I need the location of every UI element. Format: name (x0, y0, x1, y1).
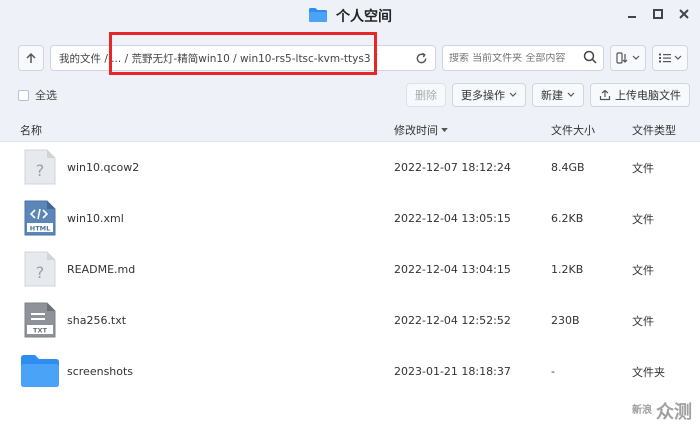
maximize-button[interactable] (650, 6, 666, 22)
file-size: 6.2KB (551, 212, 584, 225)
upload-label: 上传电脑文件 (615, 89, 681, 102)
chevron-down-icon (632, 55, 640, 60)
search-icon[interactable] (583, 50, 597, 67)
watermark-large: 众测 (656, 402, 692, 423)
new-button[interactable]: 新建 (532, 83, 584, 107)
delete-button[interactable]: 删除 (406, 83, 446, 107)
more-actions-button[interactable]: 更多操作 (452, 83, 526, 107)
svg-text:HTML: HTML (30, 225, 50, 233)
chevron-down-icon (674, 55, 682, 60)
file-name[interactable]: README.md (67, 263, 135, 276)
path-bar[interactable]: 我的文件 / ... / 荒野无灯-精简win10 / win10-rs5-lt… (50, 45, 436, 71)
checkbox-icon[interactable] (18, 89, 29, 101)
watermark: 新浪 众测 (632, 398, 692, 424)
table-row[interactable]: ? win10.qcow2 2022-12-07 18:12:24 8.4GB … (0, 142, 700, 193)
file-date: 2022-12-07 18:12:24 (394, 161, 511, 174)
column-header-name[interactable]: 名称 (20, 118, 42, 142)
path-toolbar: 我的文件 / ... / 荒野无灯-精简win10 / win10-rs5-lt… (18, 44, 690, 72)
sort-button[interactable] (610, 45, 646, 71)
view-mode-button[interactable] (652, 45, 688, 71)
title-bar: 个人空间 (0, 0, 700, 32)
minimize-icon (628, 16, 636, 18)
file-size: 8.4GB (551, 161, 585, 174)
file-type: 文件 (632, 161, 654, 175)
list-view-icon (659, 53, 671, 63)
folder-icon (20, 354, 60, 391)
unknown-file-icon: ? (23, 148, 57, 189)
file-name[interactable]: sha256.txt (67, 314, 126, 327)
unknown-file-icon: ? (23, 250, 57, 291)
file-manager-window: 个人空间 我的文件 / ... / 荒野无灯-精简win10 / win10-r… (0, 0, 700, 430)
file-size: 1.2KB (551, 263, 584, 276)
file-type: 文件 (632, 212, 654, 226)
file-date: 2022-12-04 12:52:52 (394, 314, 511, 327)
file-name[interactable]: win10.xml (67, 212, 124, 225)
column-header-modified[interactable]: 修改时间 (394, 118, 448, 142)
folder-icon (308, 7, 328, 26)
file-size: 230B (551, 314, 580, 327)
chevron-down-icon (567, 92, 575, 97)
new-label: 新建 (541, 89, 563, 102)
refresh-icon[interactable] (413, 52, 429, 65)
watermark-small: 新浪 (632, 405, 652, 416)
sort-icon (616, 52, 628, 64)
html-file-icon: HTML (23, 199, 57, 240)
file-date: 2023-01-21 18:18:37 (394, 365, 511, 378)
file-date: 2022-12-04 13:05:15 (394, 212, 511, 225)
txt-file-icon: TXT (23, 301, 57, 342)
table-row[interactable]: HTML win10.xml 2022-12-04 13:05:15 6.2KB… (0, 193, 700, 244)
window-title: 个人空间 (336, 9, 392, 25)
table-row[interactable]: ? README.md 2022-12-04 13:04:15 1.2KB 文件 (0, 244, 700, 295)
more-actions-label: 更多操作 (461, 89, 505, 102)
close-button[interactable] (676, 6, 692, 22)
file-size: - (551, 365, 555, 378)
table-row[interactable]: TXT sha256.txt 2022-12-04 12:52:52 230B … (0, 295, 700, 346)
table-header (0, 118, 700, 142)
table-row[interactable]: screenshots 2023-01-21 18:18:37 - 文件夹 (0, 346, 700, 397)
select-all-label: 全选 (35, 89, 57, 102)
go-up-button[interactable] (18, 45, 44, 71)
column-header-size[interactable]: 文件大小 (551, 118, 595, 142)
maximize-icon (653, 9, 663, 19)
minimize-button[interactable] (624, 6, 640, 22)
column-modified-label: 修改时间 (394, 124, 438, 137)
column-header-type[interactable]: 文件类型 (632, 118, 676, 142)
column-type-label: 文件类型 (632, 124, 676, 137)
delete-label: 删除 (415, 89, 437, 102)
file-name[interactable]: win10.qcow2 (67, 161, 139, 174)
arrow-up-icon (26, 52, 36, 63)
svg-text:?: ? (36, 161, 45, 180)
file-type: 文件夹 (632, 365, 665, 379)
svg-text:?: ? (36, 263, 45, 282)
file-type: 文件 (632, 314, 654, 328)
column-name-label: 名称 (20, 124, 42, 137)
svg-text:TXT: TXT (33, 327, 47, 335)
breadcrumb: 我的文件 / ... / 荒野无灯-精简win10 / win10-rs5-lt… (59, 52, 378, 65)
sort-desc-icon (441, 127, 448, 132)
search-input[interactable] (449, 52, 583, 64)
action-bar: 全选 删除 更多操作 新建 上传电脑文件 (18, 82, 690, 108)
file-type: 文件 (632, 263, 654, 277)
search-box[interactable] (442, 45, 604, 71)
chevron-down-icon (509, 92, 517, 97)
close-icon (679, 9, 689, 19)
select-all-checkbox[interactable]: 全选 (18, 87, 57, 103)
file-name[interactable]: screenshots (67, 365, 133, 378)
upload-button[interactable]: 上传电脑文件 (590, 83, 690, 107)
upload-icon (599, 89, 611, 101)
file-date: 2022-12-04 13:04:15 (394, 263, 511, 276)
column-size-label: 文件大小 (551, 124, 595, 137)
